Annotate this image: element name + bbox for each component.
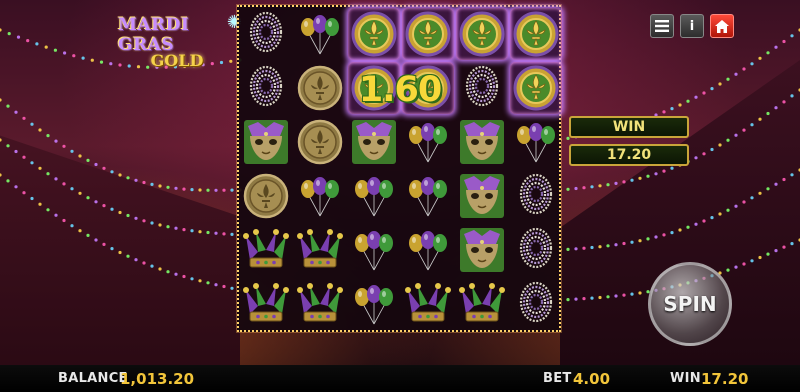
reel-symbol-mask	[348, 116, 400, 168]
bottom-status-bar: BALANCE 1,013.20 BET 4.00 WIN 17.20	[0, 365, 800, 392]
beads-icon	[249, 11, 283, 53]
logo-title-line2: GOLD	[150, 50, 204, 70]
reel-symbol-coin-fleur	[402, 8, 454, 60]
beads-icon	[519, 227, 553, 269]
reel-symbol-balloons	[348, 278, 400, 330]
beads-icon	[519, 281, 553, 323]
beads-icon	[465, 65, 499, 107]
coin-fleur-icon	[405, 11, 451, 57]
reel-symbol-jester-hat	[456, 278, 508, 330]
menu-button[interactable]	[650, 14, 674, 38]
reel-symbol-beads	[240, 8, 292, 60]
home-button[interactable]	[710, 14, 734, 38]
coin-fleur-icon	[513, 11, 559, 57]
coin-bronze-icon	[297, 65, 343, 111]
beads-icon	[519, 173, 553, 215]
line-win-amount: 1.60	[358, 70, 442, 110]
reel-symbol-jester-hat	[240, 224, 292, 276]
reel-symbol-balloons	[348, 224, 400, 276]
jester-hat-icon	[297, 283, 343, 322]
reel-symbol-mask	[240, 116, 292, 168]
balloons-icon	[409, 231, 447, 271]
reel-symbol-balloons	[294, 170, 346, 222]
balloons-icon	[409, 123, 447, 163]
reel-symbol-balloons	[402, 224, 454, 276]
win-panel-value: 17.20	[606, 147, 652, 163]
coin-fleur-icon	[351, 11, 397, 57]
reel-symbol-jester-hat	[402, 278, 454, 330]
win-value: 17.20	[701, 369, 749, 388]
reel-symbol-beads	[456, 62, 508, 114]
win-value-panel: 17.20	[569, 144, 689, 166]
mask-icon	[460, 174, 504, 218]
reel-symbol-jester-hat	[240, 278, 292, 330]
reel-symbol-balloons	[402, 170, 454, 222]
info-button[interactable]: i	[680, 14, 704, 38]
balloons-icon	[409, 177, 447, 217]
bet-value[interactable]: 4.00	[573, 370, 610, 388]
info-icon: i	[689, 18, 695, 34]
reel-symbol-coin-bronze	[294, 62, 346, 114]
game-logo: ✺ MARDI GRAS GOLD	[118, 12, 242, 70]
reel-symbol-jester-hat	[294, 278, 346, 330]
reel-symbol-balloons	[348, 170, 400, 222]
win-label-panel: WIN	[569, 116, 689, 138]
beads-icon	[249, 65, 283, 107]
win-label: WIN	[670, 371, 701, 386]
jester-hat-icon	[459, 283, 505, 322]
balloons-icon	[355, 231, 393, 271]
balloons-icon	[517, 123, 555, 163]
reel-symbol-beads	[510, 278, 562, 330]
mask-icon	[352, 120, 396, 164]
jester-hat-icon	[297, 229, 343, 268]
balloons-icon	[301, 177, 339, 217]
win-panel-label: WIN	[612, 119, 646, 135]
reel-symbol-coin-bronze	[240, 170, 292, 222]
balloons-icon	[355, 285, 393, 325]
reel-symbol-coin-fleur	[510, 62, 562, 114]
reel-symbol-coin-fleur	[510, 8, 562, 60]
reel-symbol-coin-bronze	[294, 116, 346, 168]
reel-symbol-beads	[510, 170, 562, 222]
mask-icon	[244, 120, 288, 164]
balloons-icon	[355, 177, 393, 217]
reel-symbol-jester-hat	[294, 224, 346, 276]
balloons-icon	[301, 15, 339, 55]
coin-fleur-icon	[459, 11, 505, 57]
reel-grid[interactable]	[237, 5, 562, 332]
menu-icon	[655, 20, 669, 32]
reel-symbol-balloons	[402, 116, 454, 168]
coin-fleur-icon	[513, 65, 559, 111]
home-icon	[715, 19, 729, 33]
reel-symbol-beads	[510, 224, 562, 276]
reel-symbol-coin-fleur	[456, 8, 508, 60]
mask-icon	[460, 228, 504, 272]
reel-symbol-coin-fleur	[348, 8, 400, 60]
reel-symbol-mask	[456, 170, 508, 222]
logo-title-line1: MARDI GRAS	[118, 14, 190, 55]
reel-symbol-mask	[456, 116, 508, 168]
reel-symbol-balloons	[510, 116, 562, 168]
jester-hat-icon	[243, 283, 289, 322]
jester-hat-icon	[405, 283, 451, 322]
balance-label: BALANCE	[58, 371, 128, 386]
jester-hat-icon	[243, 229, 289, 268]
coin-bronze-icon	[243, 173, 289, 219]
mask-icon	[460, 120, 504, 164]
balance-value: 1,013.20	[120, 369, 195, 388]
bet-label: BET	[543, 371, 572, 386]
spin-button[interactable]: SPIN	[648, 262, 732, 346]
spin-label: SPIN	[663, 292, 717, 316]
reel-symbol-mask	[456, 224, 508, 276]
reel-symbol-beads	[240, 62, 292, 114]
reel-symbol-balloons	[294, 8, 346, 60]
coin-bronze-icon	[297, 119, 343, 165]
